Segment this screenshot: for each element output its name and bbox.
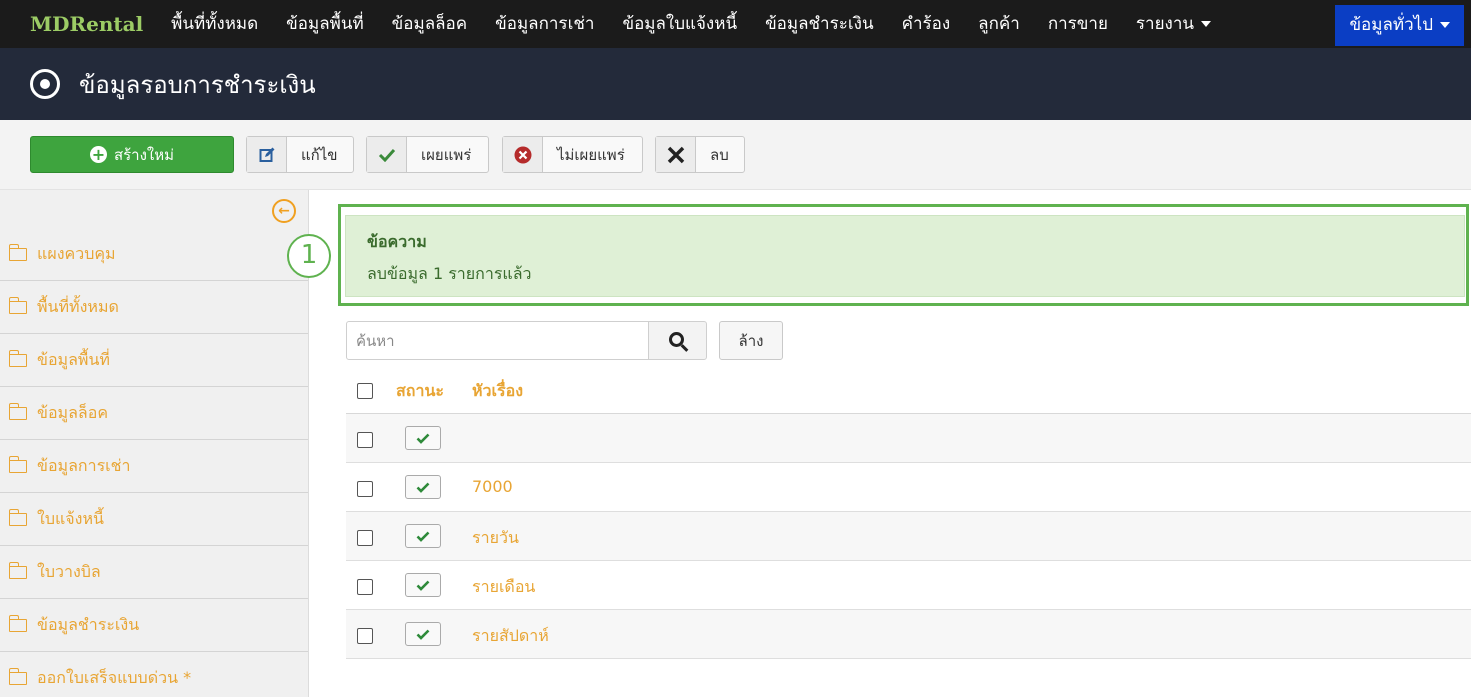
sidebar-item-quick-receipt[interactable]: ออกใบเสร็จแบบด่วน * — [0, 652, 308, 697]
edit-button[interactable]: แก้ไข — [246, 136, 354, 173]
table-row: รายสัปดาห์ — [346, 610, 1471, 659]
sidebar-item-label: แผงควบคุม — [37, 243, 116, 263]
nav-item-payment-info[interactable]: ข้อมูลชำระเงิน — [751, 0, 888, 48]
sidebar-item-lock-info[interactable]: ข้อมูลล็อค — [0, 387, 308, 440]
row-checkbox[interactable] — [357, 432, 373, 448]
nav-item-all-areas[interactable]: พื้นที่ทั้งหมด — [157, 0, 272, 48]
nav-item-area-info[interactable]: ข้อมูลพื้นที่ — [272, 0, 378, 48]
folder-icon — [8, 614, 27, 632]
step-number-badge: 1 — [287, 234, 331, 278]
row-checkbox[interactable] — [357, 481, 373, 497]
row-title-link[interactable]: 7000 — [472, 477, 513, 496]
published-toggle[interactable] — [405, 426, 441, 450]
nav-item-invoice-info[interactable]: ข้อมูลใบแจ้งหนี้ — [608, 0, 751, 48]
row-title-link[interactable]: รายสัปดาห์ — [472, 624, 549, 649]
top-navbar: MDRental พื้นที่ทั้งหมด ข้อมูลพื้นที่ ข้… — [0, 0, 1471, 48]
sidebar-item-dashboard[interactable]: แผงควบคุม — [0, 228, 308, 281]
published-toggle[interactable] — [405, 475, 441, 499]
folder-icon — [8, 455, 27, 473]
close-icon — [656, 137, 696, 172]
collapse-arrow-icon[interactable]: ← — [272, 199, 296, 223]
sidebar-item-payment-info[interactable]: ข้อมูลชำระเงิน — [0, 599, 308, 652]
target-icon — [30, 69, 60, 99]
nav-item-lock-info[interactable]: ข้อมูลล็อค — [378, 0, 481, 48]
select-all-checkbox[interactable] — [357, 383, 373, 399]
alert-title: ข้อความ — [367, 232, 427, 251]
column-header-status[interactable]: สถานะ — [396, 379, 444, 404]
sidebar-item-label: ข้อมูลล็อค — [37, 402, 109, 422]
column-header-title[interactable]: หัวเรื่อง — [472, 379, 523, 404]
sidebar-item-label: ใบวางบิล — [37, 561, 101, 581]
alert-text: ลบข้อมูล 1 รายการแล้ว — [367, 264, 532, 283]
published-toggle[interactable] — [405, 524, 441, 548]
check-icon — [416, 629, 430, 640]
sidebar-item-label: ออกใบเสร็จแบบด่วน * — [37, 668, 192, 687]
row-checkbox[interactable] — [357, 530, 373, 546]
toolbar: + สร้างใหม่ แก้ไข เผยแพร่ ไม่เผยแพร่ ลบ — [0, 120, 1471, 190]
table-row: 7000 — [346, 463, 1471, 512]
sidebar-item-rental-info[interactable]: ข้อมูลการเช่า — [0, 440, 308, 493]
search-input[interactable] — [346, 321, 649, 360]
nav-item-requests[interactable]: คำร้อง — [888, 0, 965, 48]
row-title-link[interactable]: รายเดือน — [472, 575, 535, 600]
nav-item-sales[interactable]: การขาย — [1034, 0, 1122, 48]
sidebar-item-all-areas[interactable]: พื้นที่ทั้งหมด — [0, 281, 308, 334]
sidebar-item-label: พื้นที่ทั้งหมด — [37, 296, 119, 316]
sidebar-item-label: ข้อมูลการเช่า — [37, 455, 131, 475]
publish-button[interactable]: เผยแพร่ — [366, 136, 489, 173]
row-checkbox[interactable] — [357, 628, 373, 644]
unpublish-button-label: ไม่เผยแพร่ — [557, 145, 625, 164]
table-row: รายวัน — [346, 512, 1471, 561]
row-title-link[interactable]: รายวัน — [472, 526, 519, 551]
publish-button-label: เผยแพร่ — [421, 145, 472, 164]
edit-button-label: แก้ไข — [301, 145, 338, 164]
nav-item-rental-info[interactable]: ข้อมูลการเช่า — [481, 0, 608, 48]
search-button[interactable] — [648, 321, 707, 360]
sidebar-item-label: ข้อมูลพื้นที่ — [37, 349, 110, 369]
success-alert: ข้อความ ลบข้อมูล 1 รายการแล้ว — [345, 215, 1465, 297]
sidebar-item-label: ใบแจ้งหนี้ — [37, 508, 104, 528]
brand-logo[interactable]: MDRental — [0, 0, 157, 48]
sidebar-item-invoices[interactable]: ใบแจ้งหนี้ — [0, 493, 308, 546]
nav-item-reports-dropdown[interactable]: รายงาน — [1122, 0, 1225, 48]
nav-item-customers[interactable]: ลูกค้า — [964, 0, 1034, 48]
new-button-label: สร้างใหม่ — [113, 145, 175, 164]
edit-icon — [247, 137, 287, 172]
sidebar-item-area-info[interactable]: ข้อมูลพื้นที่ — [0, 334, 308, 387]
unpublish-button[interactable]: ไม่เผยแพร่ — [502, 136, 643, 173]
delete-button-label: ลบ — [710, 145, 729, 164]
folder-icon — [8, 243, 27, 261]
page-header: ข้อมูลรอบการชำระเงิน — [0, 48, 1471, 120]
plus-circle-icon: + — [89, 145, 107, 164]
check-icon — [416, 482, 430, 493]
page-title: ข้อมูลรอบการชำระเงิน — [79, 70, 316, 99]
check-icon — [367, 137, 407, 172]
table-row: รายเดือน — [346, 561, 1471, 610]
folder-icon — [8, 668, 27, 685]
folder-icon — [8, 508, 27, 526]
table-header-row: สถานะ หัวเรื่อง — [346, 365, 1471, 414]
check-icon — [416, 580, 430, 591]
sidebar-item-label: ข้อมูลชำระเงิน — [37, 614, 140, 634]
folder-icon — [8, 402, 27, 420]
table-row — [346, 414, 1471, 463]
nav-item-general-info-dropdown[interactable]: ข้อมูลทั่วไป — [1335, 5, 1464, 46]
delete-button[interactable]: ลบ — [655, 136, 745, 173]
sidebar-item-billing[interactable]: ใบวางบิล — [0, 546, 308, 599]
row-checkbox[interactable] — [357, 579, 373, 595]
sidebar: ← แผงควบคุม พื้นที่ทั้งหมด ข้อมูลพื้นที่… — [0, 190, 309, 697]
new-button[interactable]: + สร้างใหม่ — [30, 136, 234, 173]
clear-button[interactable]: ล้าง — [719, 321, 783, 360]
x-circle-icon — [503, 137, 543, 172]
check-icon — [416, 531, 430, 542]
published-toggle[interactable] — [405, 573, 441, 597]
folder-icon — [8, 561, 27, 579]
search-icon — [668, 331, 684, 347]
check-icon — [416, 433, 430, 444]
published-toggle[interactable] — [405, 622, 441, 646]
folder-icon — [8, 349, 27, 367]
folder-icon — [8, 296, 27, 314]
